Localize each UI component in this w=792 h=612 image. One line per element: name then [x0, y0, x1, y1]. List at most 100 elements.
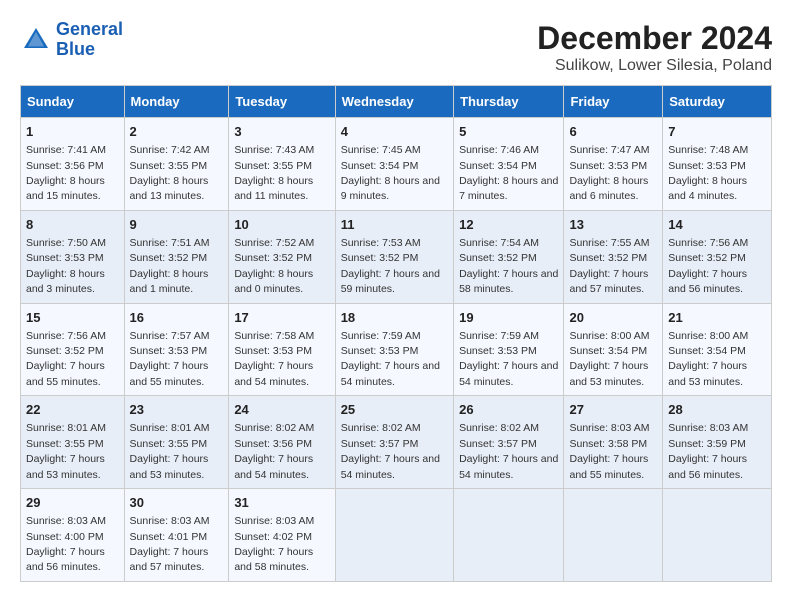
day-number: 25 [341, 401, 448, 419]
calendar-cell: 19Sunrise: 7:59 AMSunset: 3:53 PMDayligh… [454, 303, 564, 396]
calendar-cell: 5Sunrise: 7:46 AMSunset: 3:54 PMDaylight… [454, 118, 564, 211]
logo: General Blue [20, 20, 123, 60]
calendar-cell: 27Sunrise: 8:03 AMSunset: 3:58 PMDayligh… [564, 396, 663, 489]
col-friday: Friday [564, 86, 663, 118]
calendar-cell: 2 Sunrise: 7:42 AM Sunset: 3:55 PM Daylight… [124, 118, 229, 211]
day-number: 7 [668, 123, 766, 141]
sunrise-info: Sunrise: 7:51 AM [130, 237, 210, 249]
daylight-info: Daylight: 7 hours and 53 minutes. [130, 453, 209, 480]
sunrise-info: Sunrise: 8:02 AM [341, 422, 421, 434]
sunset-info: Sunset: 3:53 PM [341, 345, 419, 357]
day-number: 27 [569, 401, 657, 419]
sunrise-info: Sunrise: 8:00 AM [569, 330, 649, 342]
calendar-cell: 23 Sunrise: 8:01 AM Sunset: 3:55 PM Dayligh… [124, 396, 229, 489]
calendar-cell: 3Sunrise: 7:43 AMSunset: 3:55 PMDaylight… [229, 118, 335, 211]
daylight-info: Daylight: 7 hours and 54 minutes. [234, 453, 313, 480]
day-number: 20 [569, 309, 657, 327]
sunset-info: Sunset: 3:57 PM [341, 438, 419, 450]
day-number: 23 [130, 401, 224, 419]
sunrise-info: Sunrise: 7:56 AM [668, 237, 748, 249]
sunset-info: Sunset: 4:01 PM [130, 531, 208, 543]
day-number: 6 [569, 123, 657, 141]
sunset-info: Sunset: 3:54 PM [341, 160, 419, 172]
calendar-cell: 16Sunrise: 7:57 AMSunset: 3:53 PMDayligh… [124, 303, 229, 396]
sunrise-info: Sunrise: 7:42 AM [130, 144, 210, 156]
col-saturday: Saturday [663, 86, 772, 118]
col-tuesday: Tuesday [229, 86, 335, 118]
calendar-cell: 4 Sunrise: 7:45 AM Sunset: 3:54 PM Daylight… [335, 118, 453, 211]
sunset-info: Sunset: 3:54 PM [569, 345, 647, 357]
day-number: 12 [459, 216, 558, 234]
day-number: 1 [26, 123, 119, 141]
sunset-info: Sunset: 3:55 PM [130, 438, 208, 450]
sunrise-info: Sunrise: 7:54 AM [459, 237, 539, 249]
day-number: 14 [668, 216, 766, 234]
main-title: December 2024 [537, 20, 772, 57]
daylight-info: Daylight: 8 hours and 9 minutes. [341, 175, 440, 202]
day-number: 3 [234, 123, 329, 141]
subtitle: Sulikow, Lower Silesia, Poland [537, 57, 772, 75]
daylight-info: Daylight: 7 hours and 54 minutes. [459, 453, 558, 480]
sunset-info: Sunset: 3:53 PM [130, 345, 208, 357]
daylight-info: Daylight: 7 hours and 54 minutes. [341, 453, 440, 480]
sunset-info: Sunset: 3:52 PM [668, 252, 746, 264]
sunrise-info: Sunrise: 8:00 AM [668, 330, 748, 342]
daylight-info: Daylight: 7 hours and 55 minutes. [569, 453, 648, 480]
day-number: 4 [341, 123, 448, 141]
day-number: 29 [26, 494, 119, 512]
daylight-info: Daylight: 8 hours and 4 minutes. [668, 175, 747, 202]
sunrise-info: Sunrise: 7:53 AM [341, 237, 421, 249]
day-number: 24 [234, 401, 329, 419]
sunrise-info: Sunrise: 8:02 AM [459, 422, 539, 434]
sunset-info: Sunset: 3:53 PM [569, 160, 647, 172]
day-number: 19 [459, 309, 558, 327]
sunset-info: Sunset: 3:54 PM [668, 345, 746, 357]
day-number: 2 [130, 123, 224, 141]
week-row-4: 22Sunrise: 8:01 AMSunset: 3:55 PMDayligh… [21, 396, 772, 489]
col-monday: Monday [124, 86, 229, 118]
logo-icon [20, 24, 52, 56]
daylight-info: Daylight: 7 hours and 55 minutes. [130, 360, 209, 387]
calendar-cell: 10Sunrise: 7:52 AMSunset: 3:52 PMDayligh… [229, 210, 335, 303]
sunset-info: Sunset: 3:55 PM [26, 438, 104, 450]
calendar-cell: 24Sunrise: 8:02 AMSunset: 3:56 PMDayligh… [229, 396, 335, 489]
sunset-info: Sunset: 3:57 PM [459, 438, 537, 450]
sunset-info: Sunset: 4:02 PM [234, 531, 312, 543]
calendar-cell: 9Sunrise: 7:51 AMSunset: 3:52 PMDaylight… [124, 210, 229, 303]
daylight-info: Daylight: 7 hours and 57 minutes. [130, 546, 209, 573]
calendar-cell: 13Sunrise: 7:55 AMSunset: 3:52 PMDayligh… [564, 210, 663, 303]
sunrise-info: Sunrise: 7:56 AM [26, 330, 106, 342]
daylight-info: Daylight: 7 hours and 59 minutes. [341, 268, 440, 295]
day-number: 18 [341, 309, 448, 327]
calendar-cell [564, 489, 663, 582]
sunset-info: Sunset: 3:53 PM [26, 252, 104, 264]
sunset-info: Sunset: 3:55 PM [130, 160, 208, 172]
week-row-2: 8Sunrise: 7:50 AMSunset: 3:53 PMDaylight… [21, 210, 772, 303]
calendar-table: Sunday Monday Tuesday Wednesday Thursday… [20, 85, 772, 582]
sunrise-info: Sunrise: 8:01 AM [130, 422, 210, 434]
sunrise-info: Sunrise: 8:01 AM [26, 422, 106, 434]
sunset-info: Sunset: 3:54 PM [459, 160, 537, 172]
day-number: 30 [130, 494, 224, 512]
sunset-info: Sunset: 3:52 PM [130, 252, 208, 264]
calendar-cell: 22Sunrise: 8:01 AMSunset: 3:55 PMDayligh… [21, 396, 125, 489]
daylight-info: Daylight: 7 hours and 54 minutes. [459, 360, 558, 387]
daylight-info: Daylight: 8 hours and 13 minutes. [130, 175, 209, 202]
sunset-info: Sunset: 3:52 PM [569, 252, 647, 264]
day-number: 5 [459, 123, 558, 141]
header-row: Sunday Monday Tuesday Wednesday Thursday… [21, 86, 772, 118]
daylight-info: Daylight: 7 hours and 55 minutes. [26, 360, 105, 387]
day-number: 28 [668, 401, 766, 419]
daylight-info: Daylight: 7 hours and 56 minutes. [26, 546, 105, 573]
sunset-info: Sunset: 3:53 PM [459, 345, 537, 357]
day-number: 13 [569, 216, 657, 234]
sunrise-info: Sunrise: 7:57 AM [130, 330, 210, 342]
calendar-cell [454, 489, 564, 582]
sunrise-info: Sunrise: 7:48 AM [668, 144, 748, 156]
sunrise-info: Sunrise: 7:45 AM [341, 144, 421, 156]
calendar-cell: 15Sunrise: 7:56 AMSunset: 3:52 PMDayligh… [21, 303, 125, 396]
col-wednesday: Wednesday [335, 86, 453, 118]
sunrise-info: Sunrise: 7:55 AM [569, 237, 649, 249]
calendar-cell: 28Sunrise: 8:03 AMSunset: 3:59 PMDayligh… [663, 396, 772, 489]
daylight-info: Daylight: 7 hours and 56 minutes. [668, 268, 747, 295]
